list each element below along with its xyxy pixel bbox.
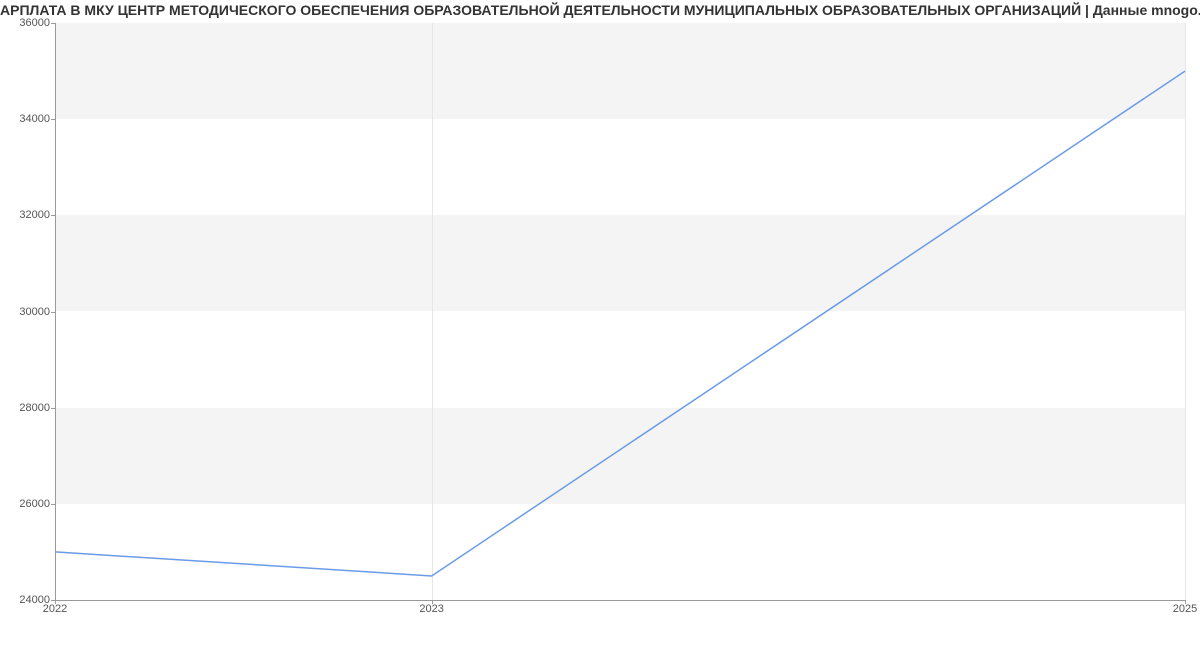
y-axis-line: [55, 23, 56, 600]
y-tick-label: 30000: [5, 306, 50, 318]
chart-title: АРПЛАТА В МКУ ЦЕНТР МЕТОДИЧЕСКОГО ОБЕСПЕ…: [0, 2, 1200, 18]
y-tick-label: 36000: [5, 17, 50, 29]
y-tick-mark: [51, 215, 55, 216]
x-axis-line: [55, 600, 1185, 601]
x-tick-label: 2023: [419, 603, 443, 615]
x-tick-mark: [432, 600, 433, 604]
x-tick-mark: [55, 600, 56, 604]
y-tick-mark: [51, 312, 55, 313]
x-tick-mark: [1185, 600, 1186, 604]
y-tick-mark: [51, 504, 55, 505]
x-tick-label: 2025: [1173, 603, 1197, 615]
chart-line-svg: [55, 23, 1185, 600]
y-tick-mark: [51, 408, 55, 409]
y-tick-mark: [51, 119, 55, 120]
y-tick-label: 34000: [5, 113, 50, 125]
y-tick-mark: [51, 23, 55, 24]
y-tick-label: 26000: [5, 498, 50, 510]
chart-vgrid: [1185, 23, 1186, 600]
y-tick-label: 28000: [5, 402, 50, 414]
x-tick-label: 2022: [43, 603, 67, 615]
chart-data-line: [55, 71, 1185, 576]
chart-plot-area: [55, 23, 1185, 600]
y-tick-label: 32000: [5, 209, 50, 221]
